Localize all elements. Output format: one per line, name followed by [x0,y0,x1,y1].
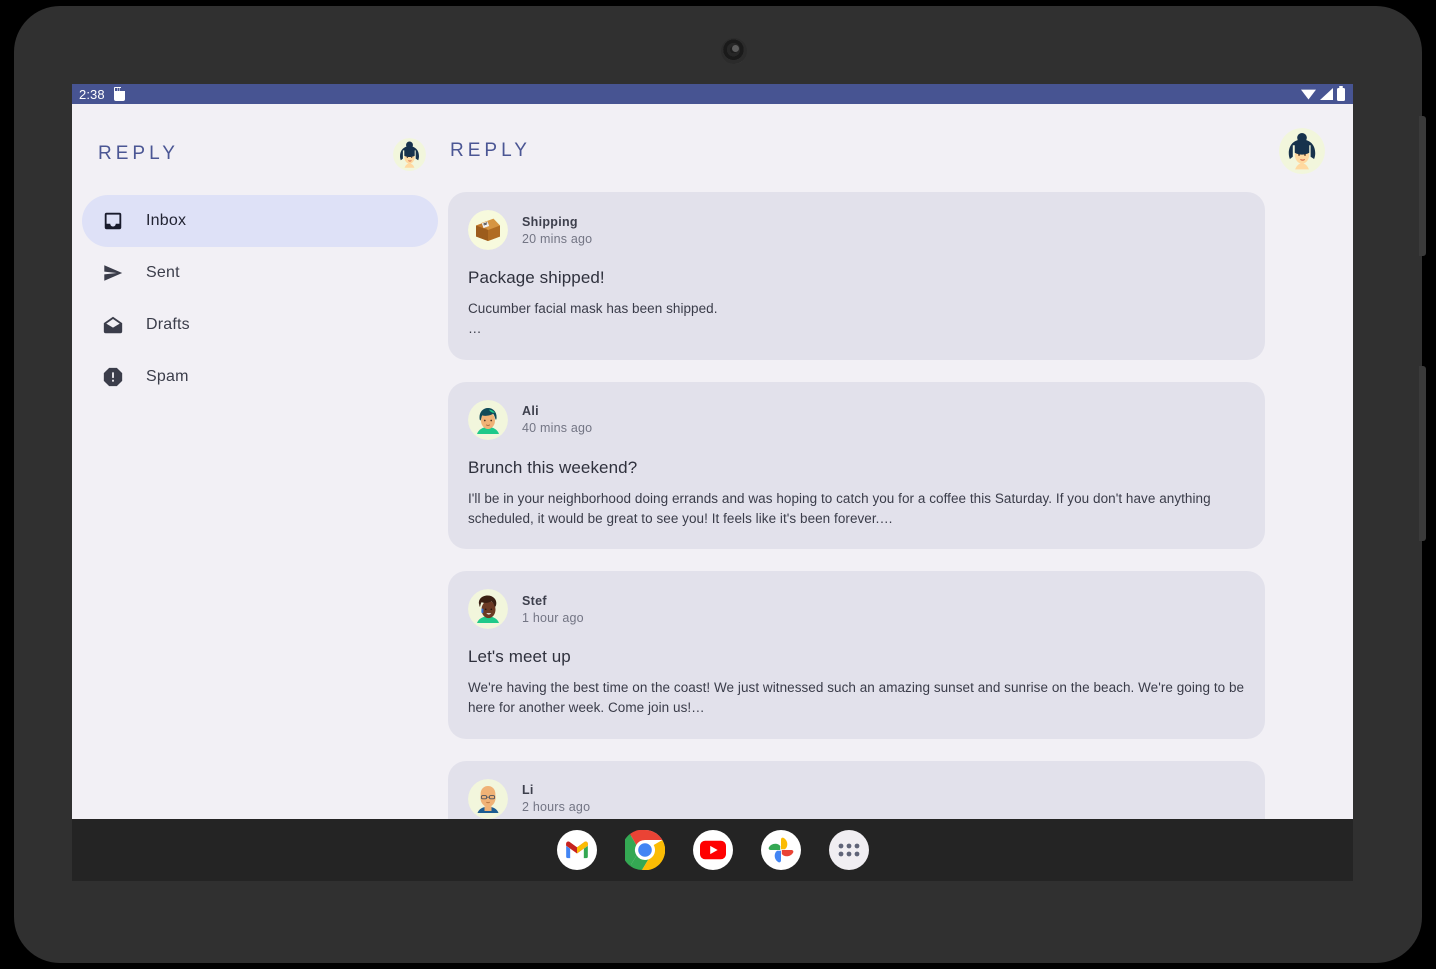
email-time: 2 hours ago [522,800,591,814]
sidebar-nav: Inbox Sent Drafts Spam [72,195,448,403]
email-list: Shipping 20 mins ago Package shipped! Cu… [448,174,1353,819]
drafts-icon [102,314,124,336]
email-body: I'll be in your neighborhood doing erran… [468,490,1211,526]
sidebar-item-label: Sent [146,264,180,281]
status-bar: 2:38 [72,84,1353,104]
email-subject: Package shipped! [468,268,605,287]
email-time: 20 mins ago [522,231,593,246]
email-card[interactable]: Li 2 hours ago Road trip Thought we migh… [448,760,1265,819]
main-user-avatar[interactable] [1279,128,1325,174]
sidebar-item-sent[interactable]: Sent [82,247,438,299]
email-card[interactable]: Stef 1 hour ago Let's meet up We're havi… [448,571,1265,739]
sidebar-item-label: Spam [146,368,189,385]
inbox-icon [102,210,124,232]
email-card[interactable]: Shipping 20 mins ago Package shipped! Cu… [448,192,1265,360]
status-bar-right [1301,85,1345,101]
sidebar-brand: REPLY [98,143,179,164]
email-body: We're having the best time on the coast!… [468,680,1245,716]
email-card-meta: Stef 1 hour ago [522,594,584,625]
sidebar-user-avatar[interactable] [393,137,426,171]
email-card-meta: Li 2 hours ago [522,783,590,814]
sidebar-item-label: Inbox [146,212,187,229]
email-card-meta: Shipping 20 mins ago [522,215,592,246]
sidebar-item-drafts[interactable]: Drafts [82,299,438,351]
ali-avatar [468,399,508,440]
email-body: Cucumber facial mask has been shipped. [468,301,718,316]
email-card-header: Ali 40 mins ago [468,399,1245,440]
li-avatar [468,778,508,819]
status-bar-left: 2:38 [79,87,125,102]
reply-app: REPLY Inbox Sent Drafts Spam REPLY Shipp… [72,104,1353,819]
gmail-icon[interactable] [556,830,597,870]
signal-icon [1320,88,1333,100]
camera-lens-icon [721,38,747,64]
sidebar-item-inbox[interactable]: Inbox [82,195,438,247]
email-sender: Stef [522,593,547,608]
email-card-meta: Ali 40 mins ago [522,404,592,435]
send-icon [102,262,124,284]
google-photos-icon[interactable] [760,830,801,870]
sidebar-header: REPLY [72,130,448,178]
package-avatar [468,210,508,250]
email-card-header: Shipping 20 mins ago [468,210,1245,250]
power-button[interactable] [1419,366,1426,541]
sidebar-item-spam[interactable]: Spam [82,351,438,403]
email-card[interactable]: Ali 40 mins ago Brunch this weekend? I'l… [448,381,1265,549]
email-sender: Ali [522,404,539,418]
spam-icon [102,366,124,388]
email-list-panel: REPLY Shipping 20 mins ago Package shipp… [448,104,1353,819]
app-dock [72,819,1353,881]
email-body-ellipsis: … [468,321,482,337]
email-card-header: Stef 1 hour ago [468,589,1245,629]
main-brand: REPLY [450,140,531,161]
sidebar-item-label: Drafts [146,316,190,333]
device-screen: 2:38 REPLY Inbox Sent Drafts Spam REPLY … [72,84,1353,819]
email-subject: Brunch this weekend? [468,457,638,477]
volume-button[interactable] [1419,116,1426,256]
sidebar: REPLY Inbox Sent Drafts Spam [72,104,448,819]
chrome-icon[interactable] [624,830,665,870]
wifi-icon [1301,89,1316,100]
email-time: 1 hour ago [522,610,584,625]
email-card-header: Li 2 hours ago [468,778,1245,819]
status-time: 2:38 [79,86,105,102]
stef-avatar [468,589,508,629]
main-header: REPLY [448,128,1353,174]
email-sender: Shipping [522,214,578,229]
app-drawer-icon[interactable] [828,830,869,870]
email-time: 40 mins ago [522,421,593,435]
email-subject: Let's meet up [468,647,571,666]
youtube-icon[interactable] [692,830,733,870]
sd-card-icon [113,87,125,101]
email-sender: Li [522,783,534,797]
battery-icon [1337,85,1345,101]
